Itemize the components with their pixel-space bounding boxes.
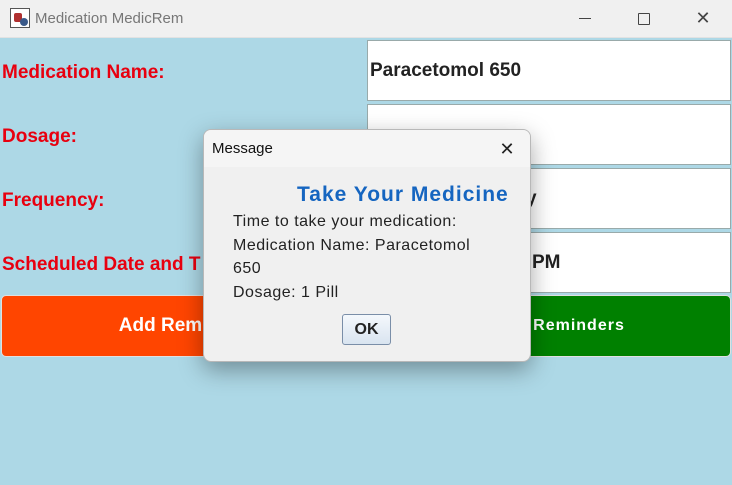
app-icon (10, 8, 30, 28)
dialog-message-line: Dosage: 1 Pill (233, 284, 339, 301)
add-reminder-label: Add Rem (118, 315, 203, 336)
message-dialog: Message ✕ Take Your Medicine Time to tak… (203, 129, 531, 362)
view-reminders-label: Reminders (533, 317, 625, 334)
ok-button[interactable]: OK (342, 314, 391, 345)
minimize-button[interactable] (556, 0, 614, 37)
maximize-button[interactable] (615, 0, 673, 37)
frequency-label: Frequency: (2, 190, 105, 211)
dialog-title: Message (212, 140, 273, 157)
medication-name-field[interactable]: Paracetomol 650 (367, 40, 731, 101)
medication-name-label: Medication Name: (2, 62, 165, 83)
dialog-heading: Take Your Medicine (297, 183, 509, 206)
dialog-message-line: Medication Name: Paracetomol (233, 237, 471, 254)
minimize-icon (579, 18, 591, 19)
window-titlebar: Medication MedicRem ✕ (0, 0, 732, 38)
close-button[interactable]: ✕ (674, 0, 732, 37)
schedule-label: Scheduled Date and T (2, 254, 201, 275)
dosage-label: Dosage: (2, 126, 77, 147)
close-icon: ✕ (695, 7, 711, 29)
window-title: Medication MedicRem (35, 10, 184, 27)
dialog-message-line: Time to take your medication: (233, 213, 457, 230)
maximize-icon (638, 12, 650, 25)
close-icon: ✕ (499, 138, 515, 160)
dialog-message-line: 650 (233, 260, 262, 277)
dialog-close-button[interactable]: ✕ (494, 136, 520, 162)
dialog-titlebar: Message ✕ (204, 130, 530, 167)
